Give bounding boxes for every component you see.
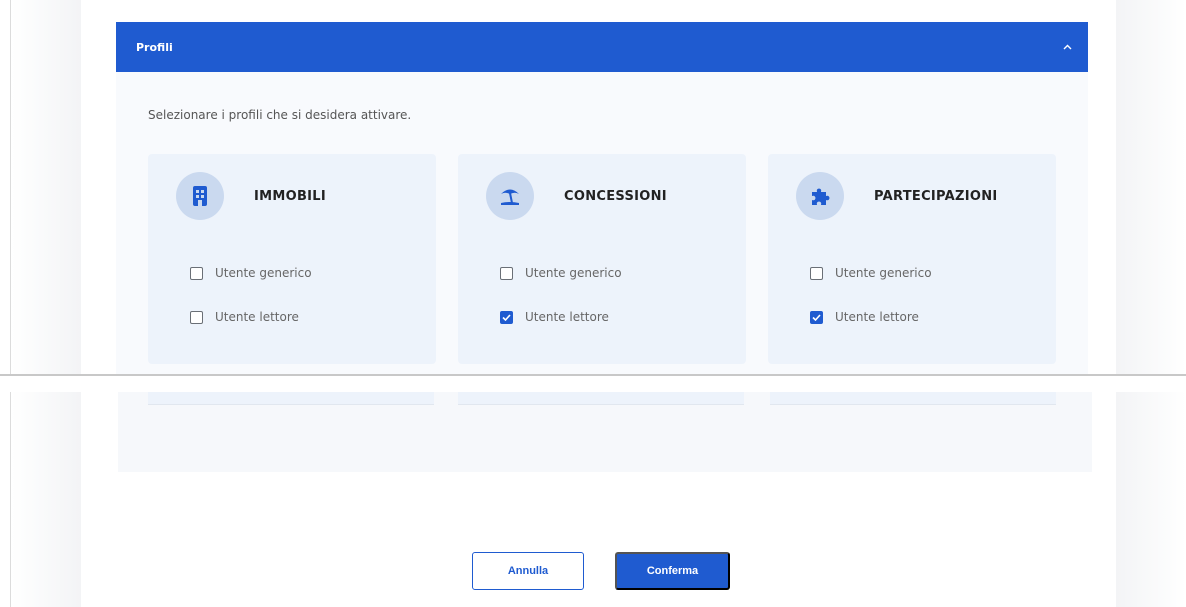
bottom-frame: Annulla Conferma [0, 392, 1186, 607]
option-utente-generico[interactable]: Utente generico [190, 266, 312, 280]
checkbox[interactable] [810, 266, 823, 280]
card-stub [770, 392, 1056, 405]
right-gutter [1116, 392, 1186, 607]
panel-title: Profili [136, 40, 173, 54]
option-label: Utente generico [835, 266, 932, 280]
panel-subtitle: Selezionare i profili che si desidera at… [148, 108, 412, 122]
option-label: Utente generico [215, 266, 312, 280]
card-stub [148, 392, 434, 405]
option-utente-lettore[interactable]: Utente lettore [500, 310, 609, 324]
panel-bottom-area [118, 392, 1092, 472]
confirm-button[interactable]: Conferma [615, 552, 730, 590]
profile-cards: IMMOBILI Utente generico Utente lettore [148, 154, 1056, 364]
building-icon [176, 172, 224, 220]
chevron-up-icon[interactable] [1062, 42, 1072, 52]
card-immobili: IMMOBILI Utente generico Utente lettore [148, 154, 436, 364]
checkbox-checked[interactable] [810, 310, 823, 324]
card-header: PARTECIPAZIONI [796, 172, 998, 220]
option-utente-lettore[interactable]: Utente lettore [190, 310, 299, 324]
option-label: Utente lettore [215, 310, 299, 324]
card-title: CONCESSIONI [564, 188, 667, 204]
card-partecipazioni: PARTECIPAZIONI Utente generico Utente le… [768, 154, 1056, 364]
option-label: Utente lettore [525, 310, 609, 324]
puzzle-piece-icon [796, 172, 844, 220]
option-utente-generico[interactable]: Utente generico [500, 266, 622, 280]
card-title: PARTECIPAZIONI [874, 188, 998, 204]
left-gutter [10, 392, 81, 607]
cancel-button[interactable]: Annulla [472, 552, 584, 590]
checkbox[interactable] [500, 266, 513, 280]
panel-header[interactable]: Profili [116, 22, 1088, 72]
card-header: CONCESSIONI [486, 172, 667, 220]
beach-umbrella-icon [486, 172, 534, 220]
option-utente-generico[interactable]: Utente generico [810, 266, 932, 280]
card-concessioni: CONCESSIONI Utente generico Utente letto… [458, 154, 746, 364]
left-gutter [10, 0, 81, 374]
card-stub [458, 392, 744, 405]
option-utente-lettore[interactable]: Utente lettore [810, 310, 919, 324]
right-gutter [1116, 0, 1186, 374]
top-frame: Profili Selezionare i profili che si des… [0, 0, 1186, 376]
profiles-panel: Profili Selezionare i profili che si des… [116, 22, 1088, 374]
checkbox-checked[interactable] [500, 310, 513, 324]
option-label: Utente generico [525, 266, 622, 280]
checkbox[interactable] [190, 266, 203, 280]
card-header: IMMOBILI [176, 172, 326, 220]
card-title: IMMOBILI [254, 188, 327, 204]
checkbox[interactable] [190, 310, 203, 324]
option-label: Utente lettore [835, 310, 919, 324]
